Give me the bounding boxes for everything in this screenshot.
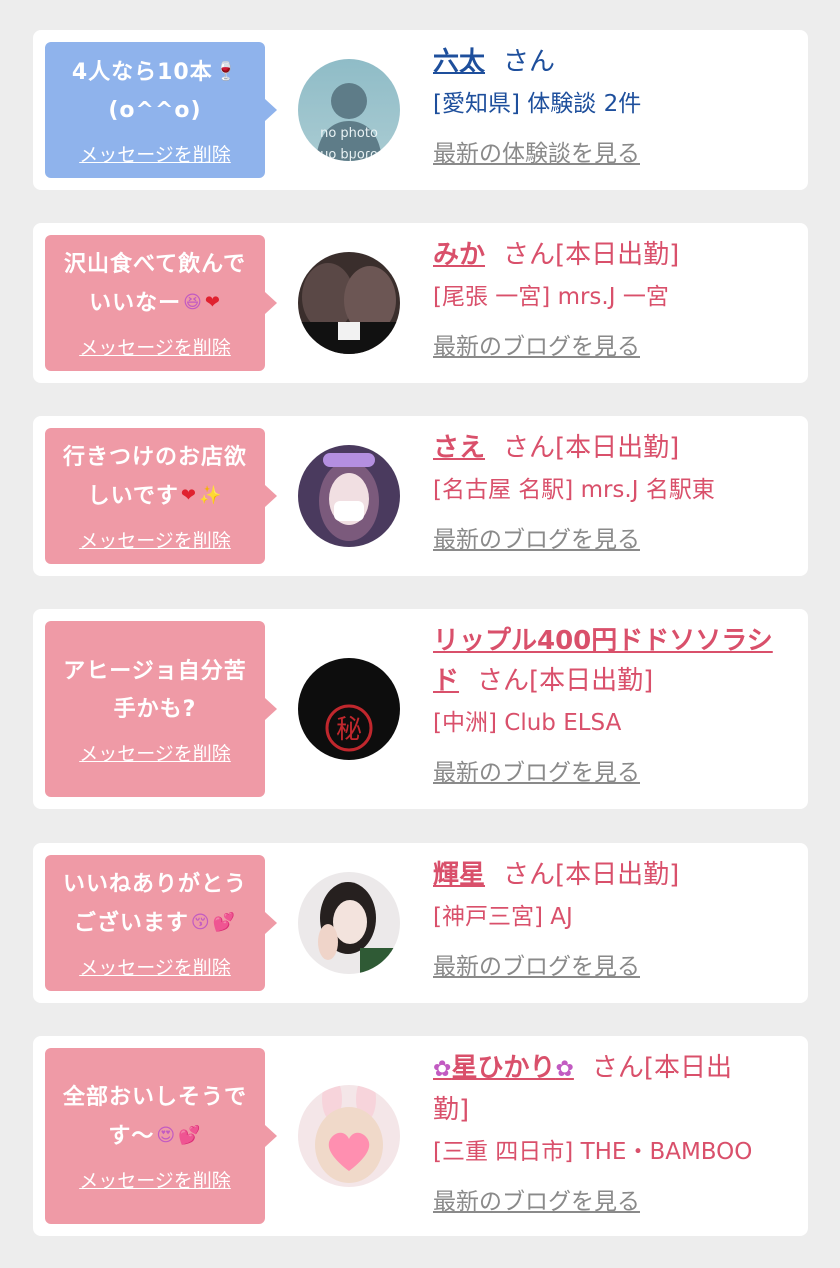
member-name-link[interactable]: 六太 <box>433 47 485 77</box>
message-card: アヒージョ自分苦 手かも? メッセージを削除 秘 リップル400円ドドソソラシド… <box>33 609 808 809</box>
delete-message-button[interactable]: メッセージを削除 <box>79 526 231 553</box>
message-list: 4人なら10本 🍷 (o^^o) メッセージを削除 no photo no pho… <box>0 0 840 1268</box>
member-name-link[interactable]: さえ <box>433 433 485 463</box>
member-location: [中洲] Club ELSA <box>433 710 622 736</box>
latest-blog-link[interactable]: 最新のブログを見る <box>433 751 640 795</box>
member-name-link[interactable]: 輝星 <box>433 860 485 890</box>
avatar-no-photo-label-reflection: no photo <box>320 147 378 161</box>
message-text: 沢山食べて飲んで いいなー 😆 ❤ <box>64 246 246 323</box>
avatar-no-photo-label: no photo <box>320 126 378 141</box>
member-suffix: さん[本日出勤] <box>503 860 680 890</box>
latest-blog-link[interactable]: 最新のブログを見る <box>433 1180 640 1224</box>
member-suffix: さん[本日出勤] <box>503 433 680 463</box>
message-card: 行きつけのお店欲 しいです ❤ ✨ メッセージを削除 さえ さん[本日出勤] [名古屋… <box>33 416 808 576</box>
grin-face-icon: 😆 <box>183 292 203 313</box>
latest-blog-link[interactable]: 最新のブログを見る <box>433 325 640 369</box>
two-hearts-icon: 💕 <box>178 1125 202 1146</box>
member-name-link[interactable]: みか <box>433 240 485 270</box>
avatar[interactable] <box>298 872 400 974</box>
message-text: 行きつけのお店欲 しいです ❤ ✨ <box>63 439 247 516</box>
message-bubble: いいねありがとう ございます 😚 💕 メッセージを削除 <box>45 855 277 991</box>
avatar-seal-mark: 秘 <box>336 715 362 745</box>
member-suffix: さん[本日出勤] <box>503 240 680 270</box>
member-info: リップル400円ドドソソラシドさん[本日出勤] [中洲] Club ELSA 最… <box>433 621 788 795</box>
member-location: [神戸三宮] AJ <box>433 904 573 930</box>
message-card: 全部おいしそうで す〜 😍 💕 メッセージを削除 ✿星ひかり✿ さん[本日出 勤] [三… <box>33 1036 808 1236</box>
member-info: ✿星ひかり✿ さん[本日出 勤] [三重 四日市] THE・BAMBOO 最新のブロ… <box>433 1048 788 1224</box>
message-bubble: 4人なら10本 🍷 (o^^o) メッセージを削除 <box>45 42 277 178</box>
avatar[interactable] <box>298 252 400 354</box>
member-location: [名古屋 名駅] mrs.J 名駅東 <box>433 477 715 503</box>
delete-message-button[interactable]: メッセージを削除 <box>79 739 231 766</box>
two-hearts-icon: 💕 <box>212 912 237 933</box>
heart-icon: ❤ <box>204 292 221 313</box>
member-info: 輝星 さん[本日出勤] [神戸三宮] AJ 最新のブログを見る <box>433 855 788 989</box>
avatar[interactable] <box>298 445 400 547</box>
avatar[interactable] <box>298 1085 400 1187</box>
member-location: [尾張 一宮] mrs.J 一宮 <box>433 284 669 310</box>
delete-message-button[interactable]: メッセージを削除 <box>79 1166 231 1193</box>
flower-icon: ✿ <box>433 1057 452 1082</box>
message-card: 4人なら10本 🍷 (o^^o) メッセージを削除 no photo no pho… <box>33 30 808 190</box>
delete-message-button[interactable]: メッセージを削除 <box>79 333 231 360</box>
member-info: さえ さん[本日出勤] [名古屋 名駅] mrs.J 名駅東 最新のブログを見る <box>433 428 788 562</box>
heart-icon: ❤ <box>180 485 197 506</box>
member-info: 六太 さん [愛知県] 体験談 2件 最新の体験談を見る <box>433 42 788 176</box>
message-bubble: 全部おいしそうで す〜 😍 💕 メッセージを削除 <box>45 1048 277 1224</box>
member-location: [愛知県] 体験談 2件 <box>433 91 642 117</box>
flower-icon: ✿ <box>555 1057 574 1082</box>
message-text: いいねありがとう ございます 😚 💕 <box>63 866 247 943</box>
latest-blog-link[interactable]: 最新のブログを見る <box>433 518 640 562</box>
message-bubble: アヒージョ自分苦 手かも? メッセージを削除 <box>45 621 277 797</box>
member-name-link[interactable]: ✿星ひかり✿ <box>433 1053 574 1083</box>
avatar[interactable]: 秘 <box>298 658 400 760</box>
message-bubble: 行きつけのお店欲 しいです ❤ ✨ メッセージを削除 <box>45 428 277 564</box>
message-text: アヒージョ自分苦 手かも? <box>63 658 247 722</box>
kiss-face-icon: 😚 <box>190 912 211 933</box>
wine-glass-icon: 🍷 <box>214 61 239 82</box>
delete-message-button[interactable]: メッセージを削除 <box>79 953 231 980</box>
member-suffix: さん[本日出勤] <box>477 666 654 696</box>
sparkles-icon: ✨ <box>199 485 223 506</box>
latest-review-link[interactable]: 最新の体験談を見る <box>433 132 640 176</box>
delete-message-button[interactable]: メッセージを削除 <box>79 140 231 167</box>
message-card: いいねありがとう ございます 😚 💕 メッセージを削除 輝星 さん[本日出勤] [神戸… <box>33 843 808 1003</box>
member-suffix: さん <box>503 47 556 77</box>
message-bubble: 沢山食べて飲んで いいなー 😆 ❤ メッセージを削除 <box>45 235 277 371</box>
latest-blog-link[interactable]: 最新のブログを見る <box>433 945 640 989</box>
avatar[interactable]: no photo no photo <box>298 59 400 161</box>
member-info: みか さん[本日出勤] [尾張 一宮] mrs.J 一宮 最新のブログを見る <box>433 235 788 369</box>
message-text: 全部おいしそうで す〜 😍 💕 <box>63 1079 247 1156</box>
heart-eyes-face-icon: 😍 <box>156 1125 177 1146</box>
message-text: 4人なら10本 🍷 (o^^o) <box>72 53 238 130</box>
message-card: 沢山食べて飲んで いいなー 😆 ❤ メッセージを削除 みか さん[本日出勤] [尾張 … <box>33 223 808 383</box>
member-location: [三重 四日市] THE・BAMBOO <box>433 1139 753 1165</box>
